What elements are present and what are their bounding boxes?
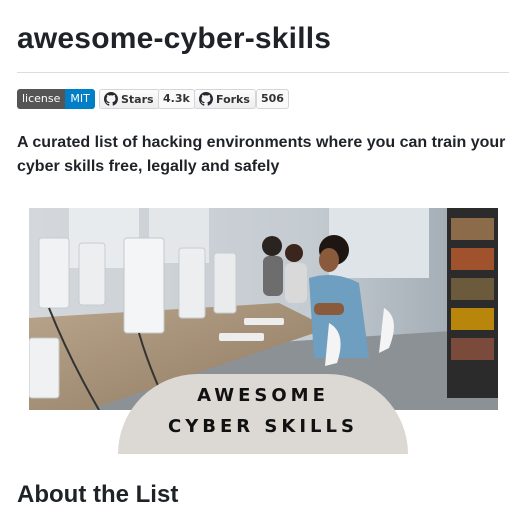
forks-label: Forks	[216, 92, 250, 106]
github-icon	[104, 92, 118, 106]
stars-label: Stars	[121, 92, 154, 106]
forks-count[interactable]: 506	[256, 89, 289, 109]
banner-title-line2: CYBER SKILLS	[168, 416, 358, 437]
repo-description: A curated list of hacking environments w…	[17, 134, 506, 175]
license-badge-value: MIT	[65, 89, 95, 109]
page-title: awesome-cyber-skills	[17, 22, 332, 55]
license-badge[interactable]: license MIT	[17, 89, 95, 109]
stars-count[interactable]: 4.3k	[158, 89, 195, 109]
title-divider	[17, 72, 509, 73]
license-badge-key: license	[17, 89, 66, 109]
stars-button[interactable]: Stars	[99, 89, 160, 109]
forks-button[interactable]: Forks	[194, 89, 256, 109]
section-heading: About the List	[17, 481, 179, 508]
github-icon	[199, 92, 213, 106]
banner-title-line1: AWESOME	[197, 385, 329, 406]
